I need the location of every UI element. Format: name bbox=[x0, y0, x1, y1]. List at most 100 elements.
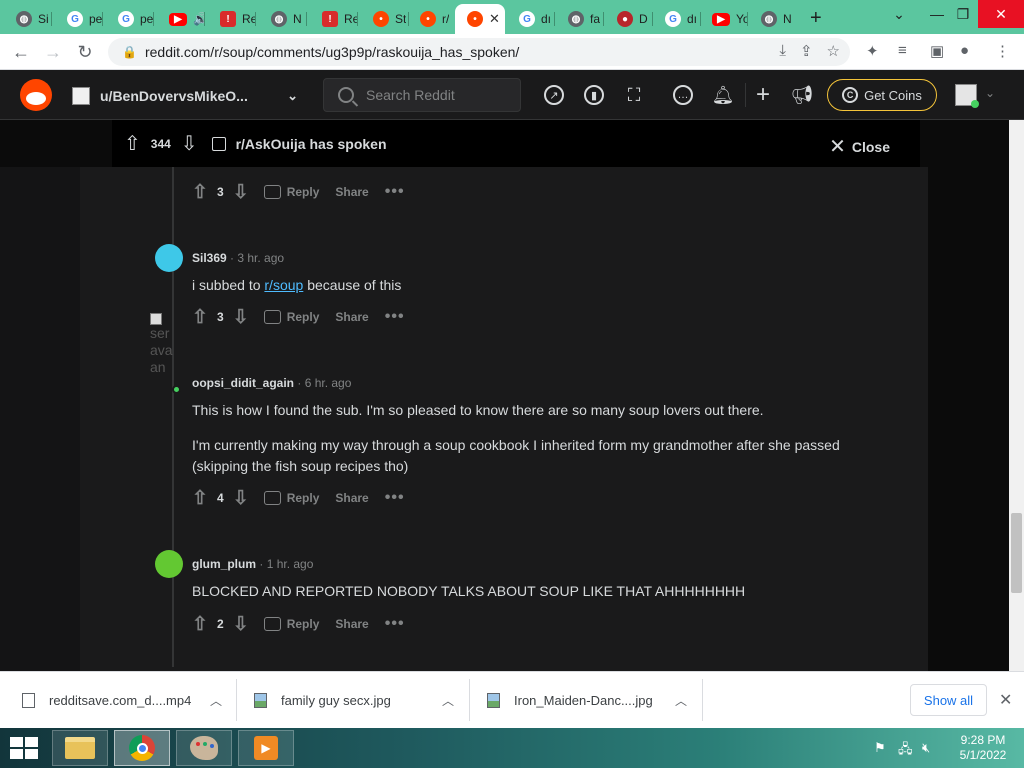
thread-line[interactable] bbox=[172, 167, 174, 667]
globe-icon: ◍ bbox=[16, 11, 32, 27]
browser-tab[interactable]: Gpe bbox=[106, 4, 154, 34]
community-dropdown[interactable]: u/BenDovervsMikeO... ⌄ bbox=[72, 83, 304, 109]
system-clock[interactable]: 9:28 PM 5/1/2022 bbox=[950, 733, 1016, 763]
install-icon[interactable]: ⤓ bbox=[779, 42, 786, 60]
close-button[interactable]: ✕ Close bbox=[829, 134, 890, 159]
share-button[interactable]: Share bbox=[335, 310, 368, 324]
file-explorer-icon[interactable] bbox=[52, 730, 108, 766]
stats-icon[interactable]: ▮ bbox=[582, 83, 606, 107]
reddit-red-icon: ! bbox=[322, 11, 338, 27]
share-button[interactable]: Share bbox=[335, 491, 368, 505]
browser-tab[interactable]: ◍ N bbox=[749, 4, 797, 34]
share-button[interactable]: Share bbox=[335, 185, 368, 199]
download-item[interactable]: Iron_Maiden-Danc....jpg ︿ bbox=[487, 681, 687, 719]
browser-tab[interactable]: ! Re bbox=[208, 4, 256, 34]
more-options-icon[interactable]: ••• bbox=[385, 183, 405, 201]
chevron-up-icon[interactable]: ︿ bbox=[442, 692, 454, 709]
bookmark-star-icon[interactable]: ☆ bbox=[827, 42, 840, 60]
extensions-icon[interactable]: ✦ bbox=[866, 42, 879, 60]
browser-tab[interactable]: Gdı bbox=[653, 4, 701, 34]
downvote-icon[interactable]: ⇩ bbox=[181, 131, 198, 156]
reply-button[interactable]: Reply bbox=[287, 310, 320, 324]
popular-icon[interactable]: ↗ bbox=[542, 83, 566, 107]
paint-icon[interactable] bbox=[176, 730, 232, 766]
forward-icon[interactable]: → bbox=[42, 41, 64, 63]
search-input[interactable]: Search Reddit bbox=[323, 78, 521, 112]
rpan-icon[interactable]: ⛶ bbox=[622, 83, 646, 107]
close-tab-icon[interactable]: ✕ bbox=[489, 11, 500, 27]
downvote-icon[interactable]: ⇩ bbox=[230, 306, 252, 329]
start-windows-icon[interactable] bbox=[10, 737, 38, 759]
notifications-bell-icon[interactable]: 🔔︎ bbox=[711, 83, 735, 107]
show-all-button[interactable]: Show all bbox=[910, 684, 987, 716]
browser-tab-active[interactable]: • ✕ bbox=[455, 4, 505, 34]
reply-button[interactable]: Reply bbox=[287, 491, 320, 505]
get-coins-button[interactable]: C Get Coins bbox=[827, 79, 937, 111]
action-center-flag-icon[interactable]: ⚑ bbox=[874, 740, 886, 756]
reload-icon[interactable]: ↻ bbox=[74, 41, 96, 63]
comment-author[interactable]: glum_plum bbox=[192, 557, 256, 571]
browser-tab[interactable]: ◍ Si bbox=[4, 4, 52, 34]
upvote-icon[interactable]: ⇧ bbox=[124, 131, 141, 156]
downvote-icon[interactable]: ⇩ bbox=[230, 613, 252, 636]
browser-tab[interactable]: ▶ 🔊 bbox=[157, 4, 205, 34]
downvote-icon[interactable]: ⇩ bbox=[230, 487, 252, 510]
avatar[interactable] bbox=[155, 244, 183, 272]
comment-body-paragraph: I'm currently making my way through a so… bbox=[192, 437, 840, 474]
chevron-up-icon[interactable]: ︿ bbox=[210, 692, 222, 709]
menu-kebab-icon[interactable]: ⋮ bbox=[995, 42, 1010, 60]
scrollbar-thumb[interactable] bbox=[1011, 513, 1022, 593]
volume-muted-icon[interactable]: 🔇︎ bbox=[922, 740, 930, 756]
subreddit-link[interactable]: r/soup bbox=[264, 277, 303, 293]
reddit-logo-icon[interactable] bbox=[20, 79, 52, 111]
upvote-icon[interactable]: ⇧ bbox=[189, 181, 211, 204]
user-avatar[interactable] bbox=[955, 84, 979, 108]
downvote-icon[interactable]: ⇩ bbox=[230, 181, 252, 204]
share-icon[interactable]: ⇪ bbox=[800, 42, 813, 60]
avatar[interactable] bbox=[155, 550, 183, 578]
advertise-megaphone-icon[interactable]: 📢︎ bbox=[790, 83, 814, 107]
media-player-icon[interactable]: ▶ bbox=[238, 730, 294, 766]
back-icon[interactable]: ← bbox=[10, 41, 32, 63]
upvote-icon[interactable]: ⇧ bbox=[189, 487, 211, 510]
media-control-icon[interactable]: ≡ bbox=[898, 42, 907, 59]
chevron-down-icon[interactable]: ⌄ bbox=[985, 86, 995, 100]
comment-time[interactable]: · 6 hr. ago bbox=[297, 376, 351, 390]
share-button[interactable]: Share bbox=[335, 617, 368, 631]
more-options-icon[interactable]: ••• bbox=[385, 489, 405, 507]
browser-tab[interactable]: ◍ N bbox=[259, 4, 307, 34]
network-icon[interactable]: 🖧 bbox=[898, 740, 913, 762]
browser-tab[interactable]: • r/ bbox=[408, 4, 456, 34]
reply-button[interactable]: Reply bbox=[287, 185, 320, 199]
profile-icon[interactable]: ● bbox=[960, 42, 969, 59]
browser-tab[interactable]: ▶ Yo bbox=[700, 4, 748, 34]
chat-icon[interactable]: … bbox=[671, 83, 695, 107]
browser-tab[interactable]: Gdı bbox=[507, 4, 555, 34]
side-panel-icon[interactable]: ▣ bbox=[930, 42, 944, 60]
create-post-icon[interactable]: + bbox=[751, 81, 775, 108]
more-options-icon[interactable]: ••• bbox=[385, 308, 405, 326]
comment-time[interactable]: · 1 hr. ago bbox=[259, 557, 313, 571]
browser-tab[interactable]: • St bbox=[361, 4, 409, 34]
window-close-icon[interactable]: ✕ bbox=[978, 0, 1024, 28]
chrome-taskbar-icon[interactable] bbox=[114, 730, 170, 766]
comment-author[interactable]: Sil369 bbox=[192, 251, 227, 265]
browser-tab[interactable]: ● D bbox=[605, 4, 653, 34]
download-filename: family guy secx.jpg bbox=[281, 692, 391, 708]
comment-time[interactable]: · 3 hr. ago bbox=[230, 251, 284, 265]
more-options-icon[interactable]: ••• bbox=[385, 615, 405, 633]
download-item[interactable]: redditsave.com_d....mp4 ︿ bbox=[22, 681, 222, 719]
chevron-up-icon[interactable]: ︿ bbox=[675, 692, 687, 709]
browser-tab[interactable]: Gpe bbox=[55, 4, 103, 34]
browser-tab[interactable]: ◍ fa bbox=[556, 4, 604, 34]
download-item[interactable]: family guy secx.jpg ︿ bbox=[254, 681, 454, 719]
upvote-icon[interactable]: ⇧ bbox=[189, 306, 211, 329]
comment-author[interactable]: oopsi_didit_again bbox=[192, 376, 294, 390]
reply-button[interactable]: Reply bbox=[287, 617, 320, 631]
address-bar[interactable]: 🔒 reddit.com/r/soup/comments/ug3p9p/rask… bbox=[108, 38, 850, 66]
upvote-icon[interactable]: ⇧ bbox=[189, 613, 211, 636]
close-downloads-icon[interactable]: ✕ bbox=[999, 690, 1012, 710]
google-icon: G bbox=[519, 11, 535, 27]
new-tab-icon[interactable]: + bbox=[810, 7, 822, 30]
browser-tab[interactable]: ! Re bbox=[310, 4, 358, 34]
